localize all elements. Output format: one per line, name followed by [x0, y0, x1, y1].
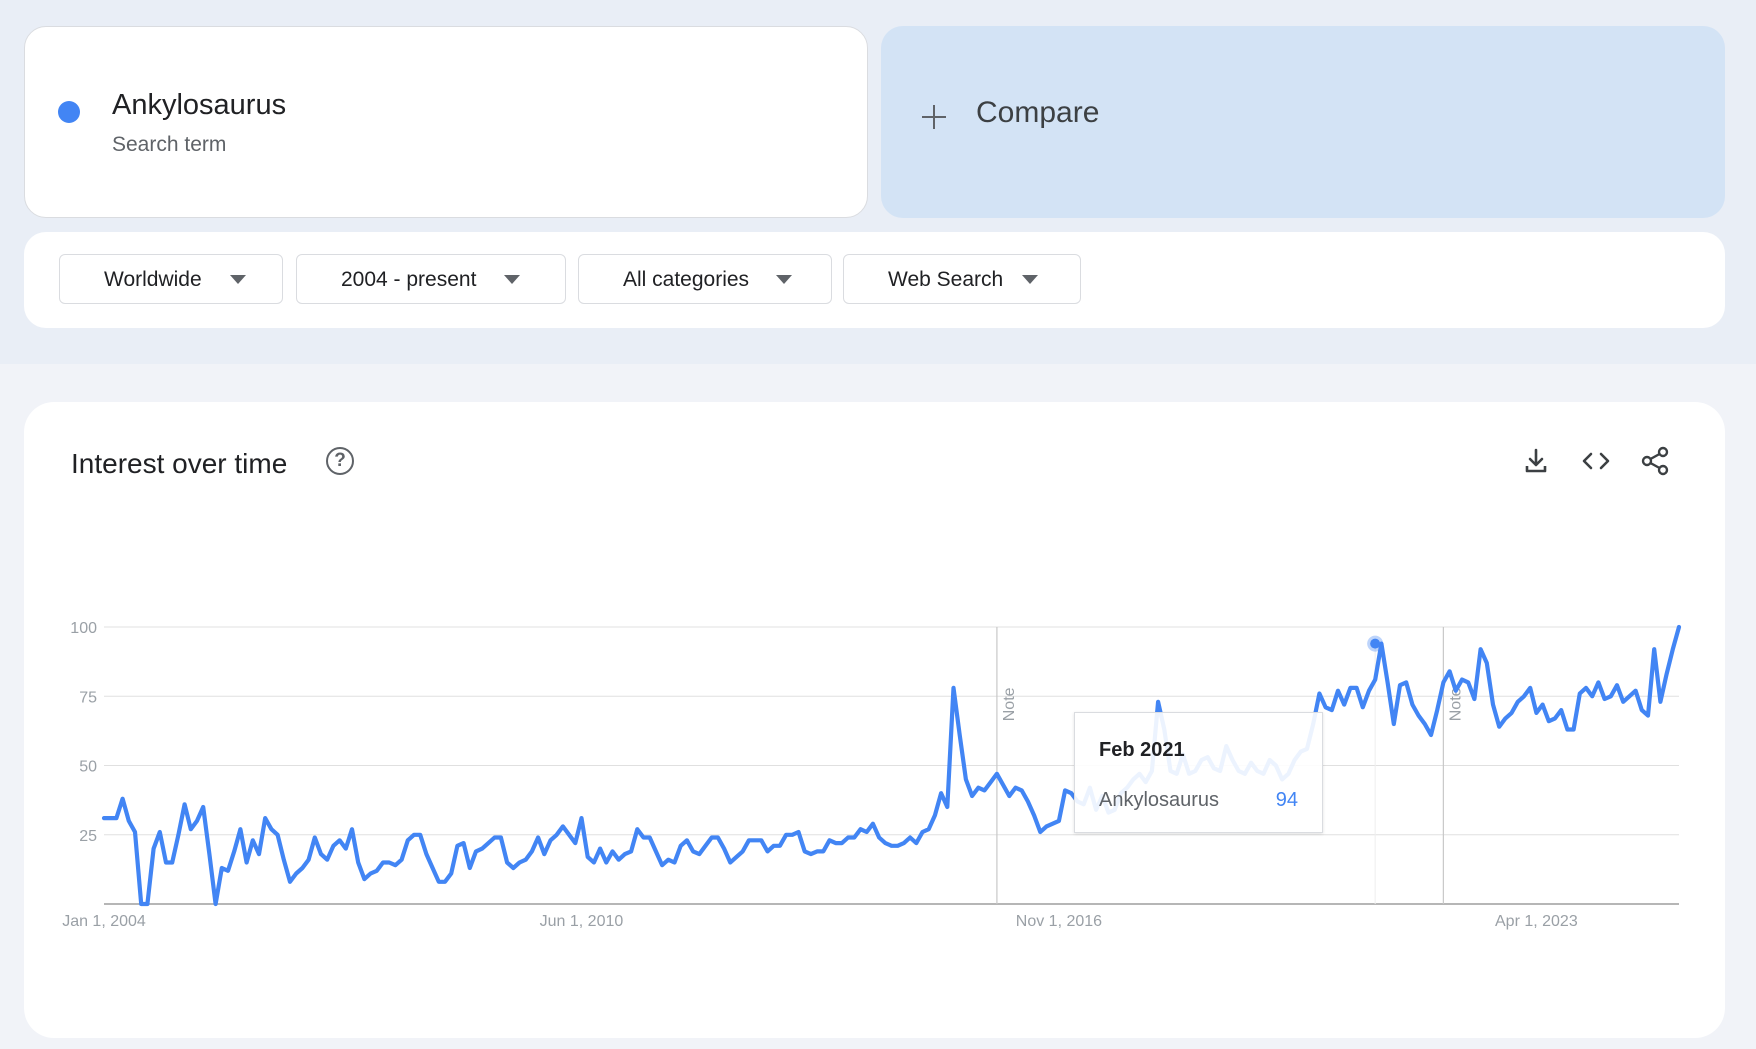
tooltip-value: 94 — [1275, 789, 1298, 811]
x-tick-label: Jun 1, 2010 — [540, 913, 624, 930]
highlight-point — [1370, 638, 1381, 649]
interest-line-chart[interactable]: 255075100Note NoteJan 1, 2004 Jun 1, 2010 N… — [0, 0, 1756, 1049]
chart-tooltip: Feb 2021 Ankylosaurus 94 — [1074, 712, 1323, 833]
tooltip-term: Ankylosaurus — [1099, 789, 1220, 811]
x-tick-label: Nov 1, 2016 — [1016, 913, 1102, 930]
x-tick-label: Jan 1, 2004 — [62, 913, 146, 930]
y-tick-label: 25 — [79, 828, 97, 845]
y-tick-label: 100 — [70, 620, 97, 637]
y-tick-label: 75 — [79, 689, 97, 706]
tooltip-date: Feb 2021 — [1099, 739, 1185, 761]
y-tick-label: 50 — [79, 759, 97, 776]
note-label: Note — [1001, 687, 1018, 721]
x-tick-label: Apr 1, 2023 — [1495, 913, 1578, 930]
